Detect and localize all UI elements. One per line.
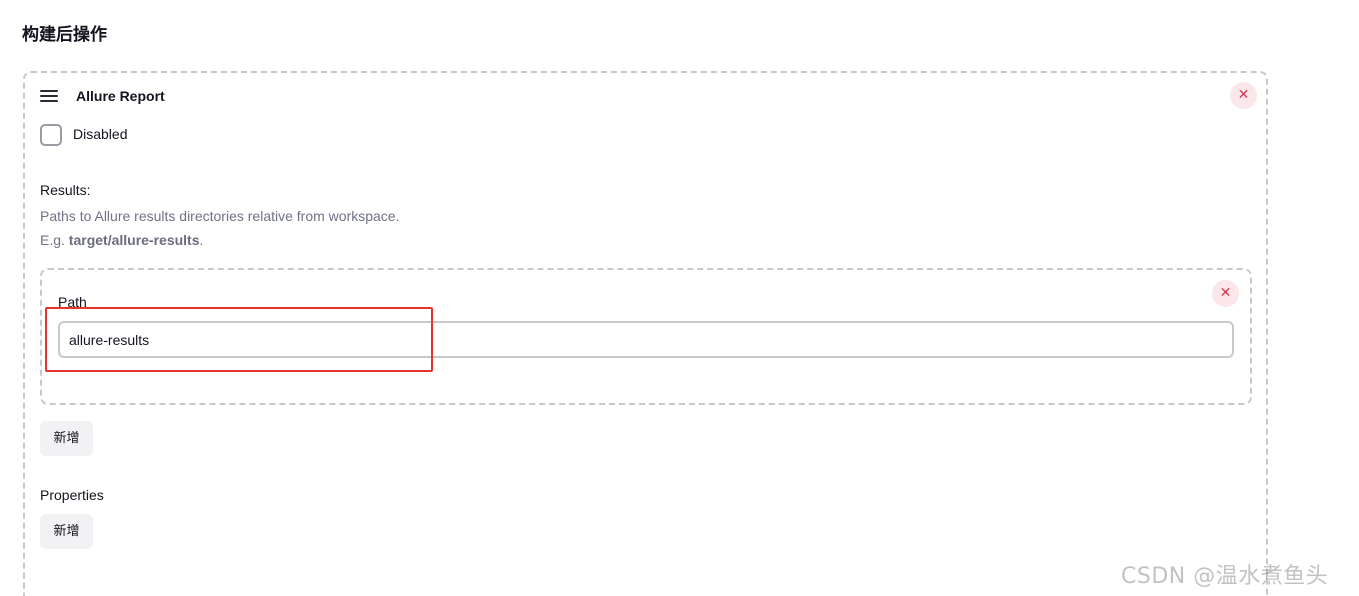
properties-label: Properties xyxy=(40,487,104,503)
help-prefix: E.g. xyxy=(40,232,69,248)
help-example-path: target/allure-results xyxy=(68,232,200,248)
results-label: Results: xyxy=(40,182,91,198)
add-property-button[interactable]: 新增 xyxy=(40,514,93,549)
section-title: 构建后操作 xyxy=(22,25,107,45)
add-result-path-button[interactable]: 新增 xyxy=(40,421,93,456)
results-help-example: E.g. target/allure-results. xyxy=(40,232,203,248)
step-title: Allure Report xyxy=(76,88,165,104)
drag-handle-icon[interactable] xyxy=(40,90,58,104)
help-suffix: . xyxy=(199,232,204,248)
remove-step-button[interactable]: ✕ xyxy=(1230,82,1257,109)
remove-path-button[interactable]: ✕ xyxy=(1212,280,1239,307)
path-label: Path xyxy=(58,294,87,310)
path-input[interactable] xyxy=(58,321,1234,358)
results-help-text: Paths to Allure results directories rela… xyxy=(40,208,400,224)
disabled-checkbox-label[interactable]: Disabled xyxy=(73,126,127,142)
disabled-checkbox[interactable] xyxy=(40,124,62,146)
page: 构建后操作 Allure Report ✕ Disabled Results: … xyxy=(0,0,1359,596)
watermark: CSDN @温水煮鱼头 xyxy=(1121,564,1329,589)
